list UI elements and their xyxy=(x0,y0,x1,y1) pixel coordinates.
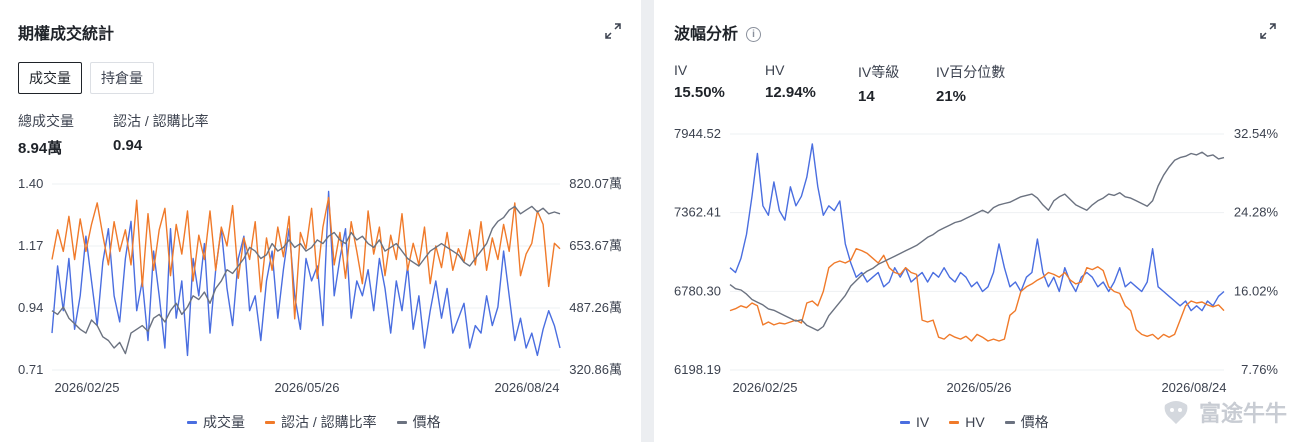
legend-label: 價格 xyxy=(1020,414,1049,430)
stat-iv-percentile: IV百分位數 21% xyxy=(936,62,1005,105)
watermark-text: 富途牛牛 xyxy=(1198,401,1287,426)
volume-chart: 1.40 820.07萬 1.17 653.67萬 0.94 487.26萬 0.71 320… xyxy=(18,176,622,395)
stat-label: IV等級 xyxy=(858,64,900,80)
x-tick-label: 2026/02/25 xyxy=(732,380,797,395)
legend-swatch xyxy=(949,420,960,424)
legend-item-price[interactable]: 價格 xyxy=(396,412,441,432)
expand-icon[interactable] xyxy=(1259,22,1277,40)
legend-label: 價格 xyxy=(412,414,441,430)
series-line xyxy=(51,205,561,355)
legend-item-price[interactable]: 價格 xyxy=(1004,412,1049,432)
y-left-tick-label: 1.17 xyxy=(18,238,43,253)
volatility-card: 波幅分析 i IV 15.50% HV 12.94% IV等級 14 IV百分位數… xyxy=(654,0,1297,442)
y-left-tick-label: 7362.41 xyxy=(674,205,721,220)
bull-logo-icon xyxy=(1164,401,1188,424)
y-right-tick-label: 32.54% xyxy=(1234,126,1279,141)
tab-volume[interactable]: 成交量 xyxy=(18,62,82,94)
y-right-tick-label: 7.76% xyxy=(1241,362,1278,377)
futu-watermark: 富途牛牛 xyxy=(1161,396,1287,428)
chart-legend: IV HV 價格 xyxy=(900,412,1049,432)
y-left-tick-label: 0.71 xyxy=(18,362,43,377)
y-right-tick-label: 24.28% xyxy=(1234,205,1279,220)
stat-put-call-ratio: 認沽 / 認購比率 0.94 xyxy=(113,111,209,154)
stat-hv: HV 12.94% xyxy=(765,62,816,101)
stat-label: 認沽 / 認購比率 xyxy=(113,113,209,129)
y-right-tick-label: 820.07萬 xyxy=(569,176,622,191)
series-line xyxy=(729,143,1225,312)
x-tick-label: 2026/02/25 xyxy=(54,380,119,395)
legend-label: 認沽 / 認購比率 xyxy=(281,414,377,430)
y-right-tick-label: 320.86萬 xyxy=(569,362,622,377)
legend-swatch xyxy=(900,420,910,424)
volatility-chart: 7944.52 32.54% 7362.41 24.28% 6780.30 16.02% 6… xyxy=(674,126,1279,395)
legend-swatch xyxy=(187,420,197,424)
stat-label: IV百分位數 xyxy=(936,64,1006,80)
y-right-tick-label: 16.02% xyxy=(1234,283,1279,298)
y-right-tick-label: 653.67萬 xyxy=(569,238,622,253)
stat-value: 8.94萬 xyxy=(18,140,63,157)
stat-value: 15.50% xyxy=(674,84,725,101)
stat-value: 12.94% xyxy=(765,84,816,101)
card-title: 期權成交統計 xyxy=(18,26,115,43)
stat-value: 21% xyxy=(936,88,967,105)
legend-item-iv[interactable]: IV xyxy=(900,412,929,432)
tab-bar: 成交量 持倉量 xyxy=(18,62,154,94)
legend-swatch xyxy=(265,420,275,424)
options-volume-card: 期權成交統計 成交量 持倉量 總成交量 8.94萬 認沽 / 認購比率 0.94… xyxy=(0,0,641,442)
legend-item-hv[interactable]: HV xyxy=(949,412,985,432)
x-tick-label: 2026/08/24 xyxy=(1161,380,1226,395)
legend-label: HV xyxy=(965,414,985,430)
y-left-tick-label: 7944.52 xyxy=(674,126,721,141)
series-line xyxy=(51,190,561,357)
card-title: 波幅分析 i xyxy=(674,20,762,44)
stat-label: 總成交量 xyxy=(18,113,74,129)
stat-iv: IV 15.50% xyxy=(674,62,725,101)
y-left-tick-label: 6198.19 xyxy=(674,362,721,377)
tab-open-interest[interactable]: 持倉量 xyxy=(90,62,154,94)
info-icon[interactable]: i xyxy=(746,27,762,42)
stat-iv-rank: IV等級 14 xyxy=(858,62,899,105)
y-right-tick-label: 487.26萬 xyxy=(569,300,622,315)
stat-value: 14 xyxy=(858,88,875,105)
y-left-tick-label: 6780.30 xyxy=(674,283,721,298)
chart-legend: 成交量 認沽 / 認購比率 價格 xyxy=(187,412,441,432)
stat-label: HV xyxy=(765,62,785,78)
legend-item-put-call[interactable]: 認沽 / 認購比率 xyxy=(265,412,377,432)
series-line xyxy=(729,151,1225,332)
x-tick-label: 2026/05/26 xyxy=(946,380,1011,395)
stat-value: 0.94 xyxy=(113,137,143,154)
legend-item-volume[interactable]: 成交量 xyxy=(187,412,245,432)
legend-swatch xyxy=(1004,420,1015,424)
x-tick-label: 2026/05/26 xyxy=(274,380,339,395)
legend-label: IV xyxy=(916,414,930,430)
y-left-tick-label: 1.40 xyxy=(18,176,43,191)
stat-label: IV xyxy=(674,62,688,78)
legend-label: 成交量 xyxy=(203,414,245,430)
y-left-tick-label: 0.94 xyxy=(18,300,43,315)
stat-total-volume: 總成交量 8.94萬 xyxy=(18,111,74,158)
card-title-text: 波幅分析 xyxy=(674,26,739,43)
x-tick-label: 2026/08/24 xyxy=(494,380,559,395)
expand-icon[interactable] xyxy=(604,22,622,40)
legend-swatch xyxy=(396,420,407,424)
